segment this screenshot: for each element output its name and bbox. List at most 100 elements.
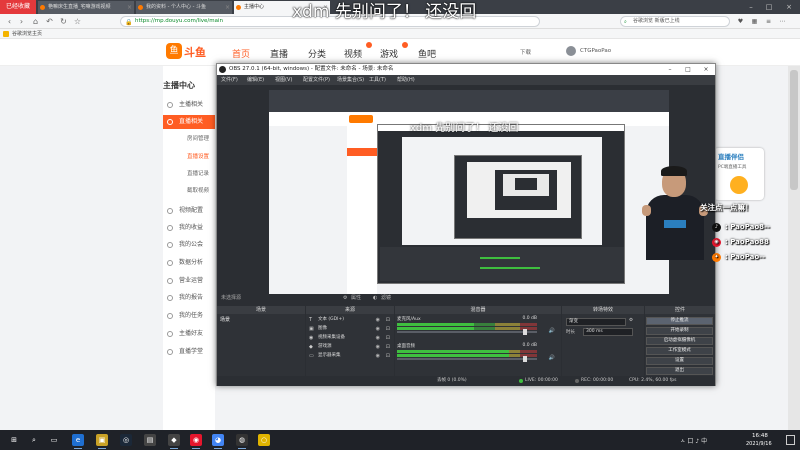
chrome-icon[interactable]: ◕ bbox=[212, 434, 224, 449]
speaker-icon[interactable]: 🔊 bbox=[549, 328, 555, 334]
menu-edit[interactable]: 编辑(E) bbox=[247, 75, 264, 85]
task-view-icon[interactable]: ▭ bbox=[48, 434, 60, 446]
menu-scene-collection[interactable]: 场景集合(S) bbox=[337, 75, 364, 85]
menu-view[interactable]: 视图(V) bbox=[275, 75, 292, 85]
more-icon[interactable]: ⋯ bbox=[778, 17, 787, 26]
download-link[interactable]: 下载 bbox=[520, 48, 531, 56]
system-tray[interactable]: ㅅ 口 ♪ 中 bbox=[680, 436, 707, 445]
obs-titlebar[interactable]: OBS 27.0.1 (64-bit, windows) - 配置文件: 未命名… bbox=[217, 64, 715, 75]
nav-fish-bar[interactable]: 鱼吧 bbox=[418, 47, 436, 60]
favorites-icon[interactable]: ♥ bbox=[736, 17, 745, 26]
page-scrollbar[interactable] bbox=[788, 66, 800, 430]
clock-time[interactable]: 16:48 bbox=[752, 433, 768, 439]
sidebar-item-ops[interactable]: 营业运营 bbox=[163, 274, 215, 288]
settings-button[interactable]: 设置 bbox=[646, 357, 713, 365]
nav-video[interactable]: 视频 bbox=[344, 47, 362, 60]
sidebar-item-live[interactable]: 直播相关 bbox=[163, 115, 215, 129]
virtual-camera-button[interactable]: 启动虚拟摄像机 bbox=[646, 337, 713, 345]
sidebar-sub-settings[interactable]: 直播设置 bbox=[163, 151, 215, 164]
maximize-icon[interactable]: □ bbox=[762, 0, 776, 14]
eye-icon[interactable]: ◉ bbox=[376, 343, 380, 351]
obs-app-icon[interactable]: ◍ bbox=[236, 434, 248, 449]
eye-icon[interactable]: ◉ bbox=[376, 352, 380, 360]
explorer-icon[interactable]: ▣ bbox=[96, 434, 108, 449]
notification-icon[interactable] bbox=[786, 435, 795, 445]
back-icon[interactable]: ‹ bbox=[4, 16, 15, 27]
close-icon[interactable]: × bbox=[127, 1, 132, 14]
douyu-logo-icon[interactable]: 鱼 bbox=[166, 43, 182, 59]
filter-icon[interactable]: ◐ bbox=[373, 294, 377, 303]
volume-slider[interactable] bbox=[397, 356, 537, 362]
steam-icon[interactable]: ◎ bbox=[120, 434, 132, 446]
sidebar-item-guild[interactable]: 我的公会 bbox=[163, 238, 215, 252]
forward-icon[interactable]: › bbox=[16, 16, 27, 27]
nav-home[interactable]: 首页 bbox=[232, 47, 250, 60]
eye-icon[interactable]: ◉ bbox=[376, 334, 380, 342]
volume-slider-handle[interactable] bbox=[523, 356, 528, 362]
lock-icon[interactable]: ⊡ bbox=[386, 343, 390, 351]
lock-icon[interactable]: ⊡ bbox=[386, 352, 390, 360]
tab-stream-room[interactable]: 艳嘛床生直播_宅嘛游戏视频 × bbox=[38, 1, 134, 14]
site-logo[interactable]: 斗鱼 bbox=[184, 44, 206, 60]
source-item[interactable]: T 文本 (GDI+) ◉ ⊡ bbox=[306, 316, 394, 324]
promo-card-live-companion[interactable]: 直播伴侣 PC端直播工具 bbox=[714, 148, 764, 200]
duration-input[interactable]: 300 ms bbox=[583, 328, 633, 336]
source-item[interactable]: ◆ 游戏源 ◉ ⊡ bbox=[306, 343, 394, 351]
filters-button[interactable]: 滤镜 bbox=[381, 294, 391, 303]
sidebar-sub-room[interactable]: 房间管理 bbox=[163, 133, 215, 146]
home-icon[interactable]: ⌂ bbox=[30, 16, 41, 27]
app-icon[interactable]: ▤ bbox=[144, 434, 156, 446]
grid-icon[interactable]: ▦ bbox=[750, 17, 759, 26]
sidebar-sub-clips[interactable]: 截取视频 bbox=[163, 185, 215, 198]
weibo-app-icon[interactable]: ◉ bbox=[190, 434, 202, 449]
sidebar-item-data[interactable]: 数据分析 bbox=[163, 256, 215, 270]
volume-slider[interactable] bbox=[397, 329, 537, 335]
sidebar-item-school[interactable]: 直播学堂 bbox=[163, 345, 215, 359]
stop-streaming-button[interactable]: 停止推流 bbox=[646, 317, 713, 325]
browser-badge[interactable]: 已经收藏 bbox=[0, 0, 36, 14]
transition-select[interactable]: 渐变 bbox=[566, 318, 626, 326]
nav-live[interactable]: 直播 bbox=[270, 47, 288, 60]
sidebar-item-income[interactable]: 我的收益 bbox=[163, 221, 215, 235]
sidebar-item-report[interactable]: 我的报告 bbox=[163, 291, 215, 305]
source-item[interactable]: ▣ 图像 ◉ ⊡ bbox=[306, 325, 394, 333]
sidebar-item-video[interactable]: 视频配置 bbox=[163, 204, 215, 218]
lock-icon[interactable]: ⊡ bbox=[386, 325, 390, 333]
app-icon[interactable]: ○ bbox=[258, 434, 270, 446]
source-item[interactable]: ▭ 显示器采集 ◉ ⊡ bbox=[306, 352, 394, 360]
search-input[interactable]: ⌕ 谷歌浏览 新版已上线 bbox=[620, 16, 730, 27]
nav-category[interactable]: 分类 bbox=[308, 47, 326, 60]
source-item[interactable]: ◉ 视频采集设备 ◉ ⊡ bbox=[306, 334, 394, 342]
properties-button[interactable]: 属性 bbox=[351, 294, 361, 303]
sidebar-sub-records[interactable]: 直播记录 bbox=[163, 168, 215, 181]
sidebar-item-anchor[interactable]: 主播相关 bbox=[163, 98, 215, 112]
clock-date[interactable]: 2021/9/16 bbox=[746, 441, 772, 447]
maximize-icon[interactable]: □ bbox=[679, 64, 697, 75]
sidebar-item-tasks[interactable]: 我的任务 bbox=[163, 309, 215, 323]
close-window-icon[interactable]: × bbox=[782, 0, 796, 14]
edge-browser-icon[interactable]: e bbox=[72, 434, 84, 449]
scene-item[interactable]: 场景 bbox=[217, 316, 305, 324]
menu-profile[interactable]: 配置文件(P) bbox=[303, 75, 330, 85]
minimize-icon[interactable]: – bbox=[744, 0, 758, 14]
bookmark-home[interactable]: 谷歌浏览主页 bbox=[12, 31, 42, 37]
bookmark-star-icon[interactable]: ☆ bbox=[72, 16, 83, 27]
search-icon[interactable]: ⌕ bbox=[28, 434, 40, 446]
game-app-icon[interactable]: ◆ bbox=[168, 434, 180, 449]
start-recording-button[interactable]: 开始录制 bbox=[646, 327, 713, 335]
menu-file[interactable]: 文件(F) bbox=[221, 75, 238, 85]
scrollbar-thumb[interactable] bbox=[790, 70, 798, 190]
lock-icon[interactable]: ⊡ bbox=[386, 334, 390, 342]
exit-button[interactable]: 退出 bbox=[646, 367, 713, 375]
transition-add-icon[interactable]: ⚙ bbox=[629, 318, 633, 323]
minimize-icon[interactable]: – bbox=[661, 64, 679, 75]
studio-mode-button[interactable]: 工作室模式 bbox=[646, 347, 713, 355]
avatar[interactable] bbox=[566, 46, 576, 56]
tab-profile[interactable]: 我的资料 - 个人中心 - 斗鱼 × bbox=[136, 1, 232, 14]
close-icon[interactable]: × bbox=[697, 64, 715, 75]
nav-game[interactable]: 游戏 bbox=[380, 47, 398, 60]
menu-help[interactable]: 帮助(H) bbox=[397, 75, 415, 85]
obs-preview[interactable]: xdm 先别问了！ 还没回 bbox=[269, 90, 669, 302]
refresh-icon[interactable]: ↻ bbox=[58, 16, 69, 27]
eye-icon[interactable]: ◉ bbox=[376, 316, 380, 324]
